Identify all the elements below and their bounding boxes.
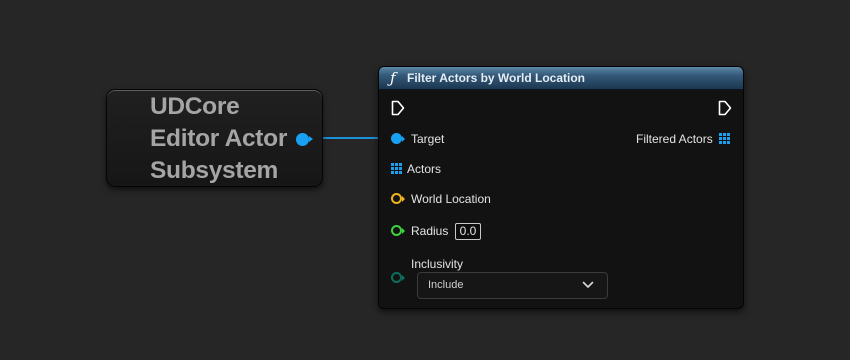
actors-array-pin-icon[interactable] [391,163,402,174]
subsystem-title-line-1: UDCore [150,93,240,120]
inclusivity-pin-arrow [402,275,405,281]
subsystem-node[interactable]: UDCore Editor Actor Subsystem [106,89,323,187]
radius-pin-arrow [402,228,405,234]
target-pin-arrow [402,136,405,142]
filter-actors-function-node[interactable]: ƒ Filter Actors by World Location Target… [378,66,744,309]
function-f-icon: ƒ [390,69,396,87]
function-node-header[interactable]: ƒ Filter Actors by World Location [379,67,743,90]
world-location-input-pin[interactable] [391,193,402,204]
world-location-label: World Location [411,192,491,206]
subsystem-node-title: UDCore Editor Actor Subsystem [150,91,287,187]
exec-input-pin[interactable] [391,100,405,116]
exec-output-pin[interactable] [718,100,732,116]
subsystem-title-line-3: Subsystem [150,157,279,184]
radius-value-input[interactable]: 0.0 [455,223,481,240]
subsystem-output-pin[interactable] [296,133,309,146]
chevron-down-icon [582,281,594,288]
world-location-pin-arrow [402,196,405,202]
radius-input-pin[interactable] [391,225,402,236]
inclusivity-dropdown[interactable]: Include [417,272,608,299]
subsystem-title-line-2: Editor Actor [150,125,288,152]
inclusivity-label: Inclusivity [411,257,464,271]
inclusivity-input-pin[interactable] [391,272,402,283]
filtered-actors-array-pin-icon[interactable] [719,133,730,144]
subsystem-output-pin-arrow [309,136,313,142]
filtered-actors-label: Filtered Actors [636,132,713,146]
inclusivity-dropdown-value: Include [428,279,464,291]
target-input-pin[interactable] [391,133,402,144]
actors-label: Actors [407,162,442,176]
function-node-title: Filter Actors by World Location [407,71,586,85]
radius-label: Radius [411,224,449,238]
target-label: Target [411,132,445,146]
blueprint-graph-canvas[interactable]: UDCore Editor Actor Subsystem ƒ Filter A… [0,0,850,360]
